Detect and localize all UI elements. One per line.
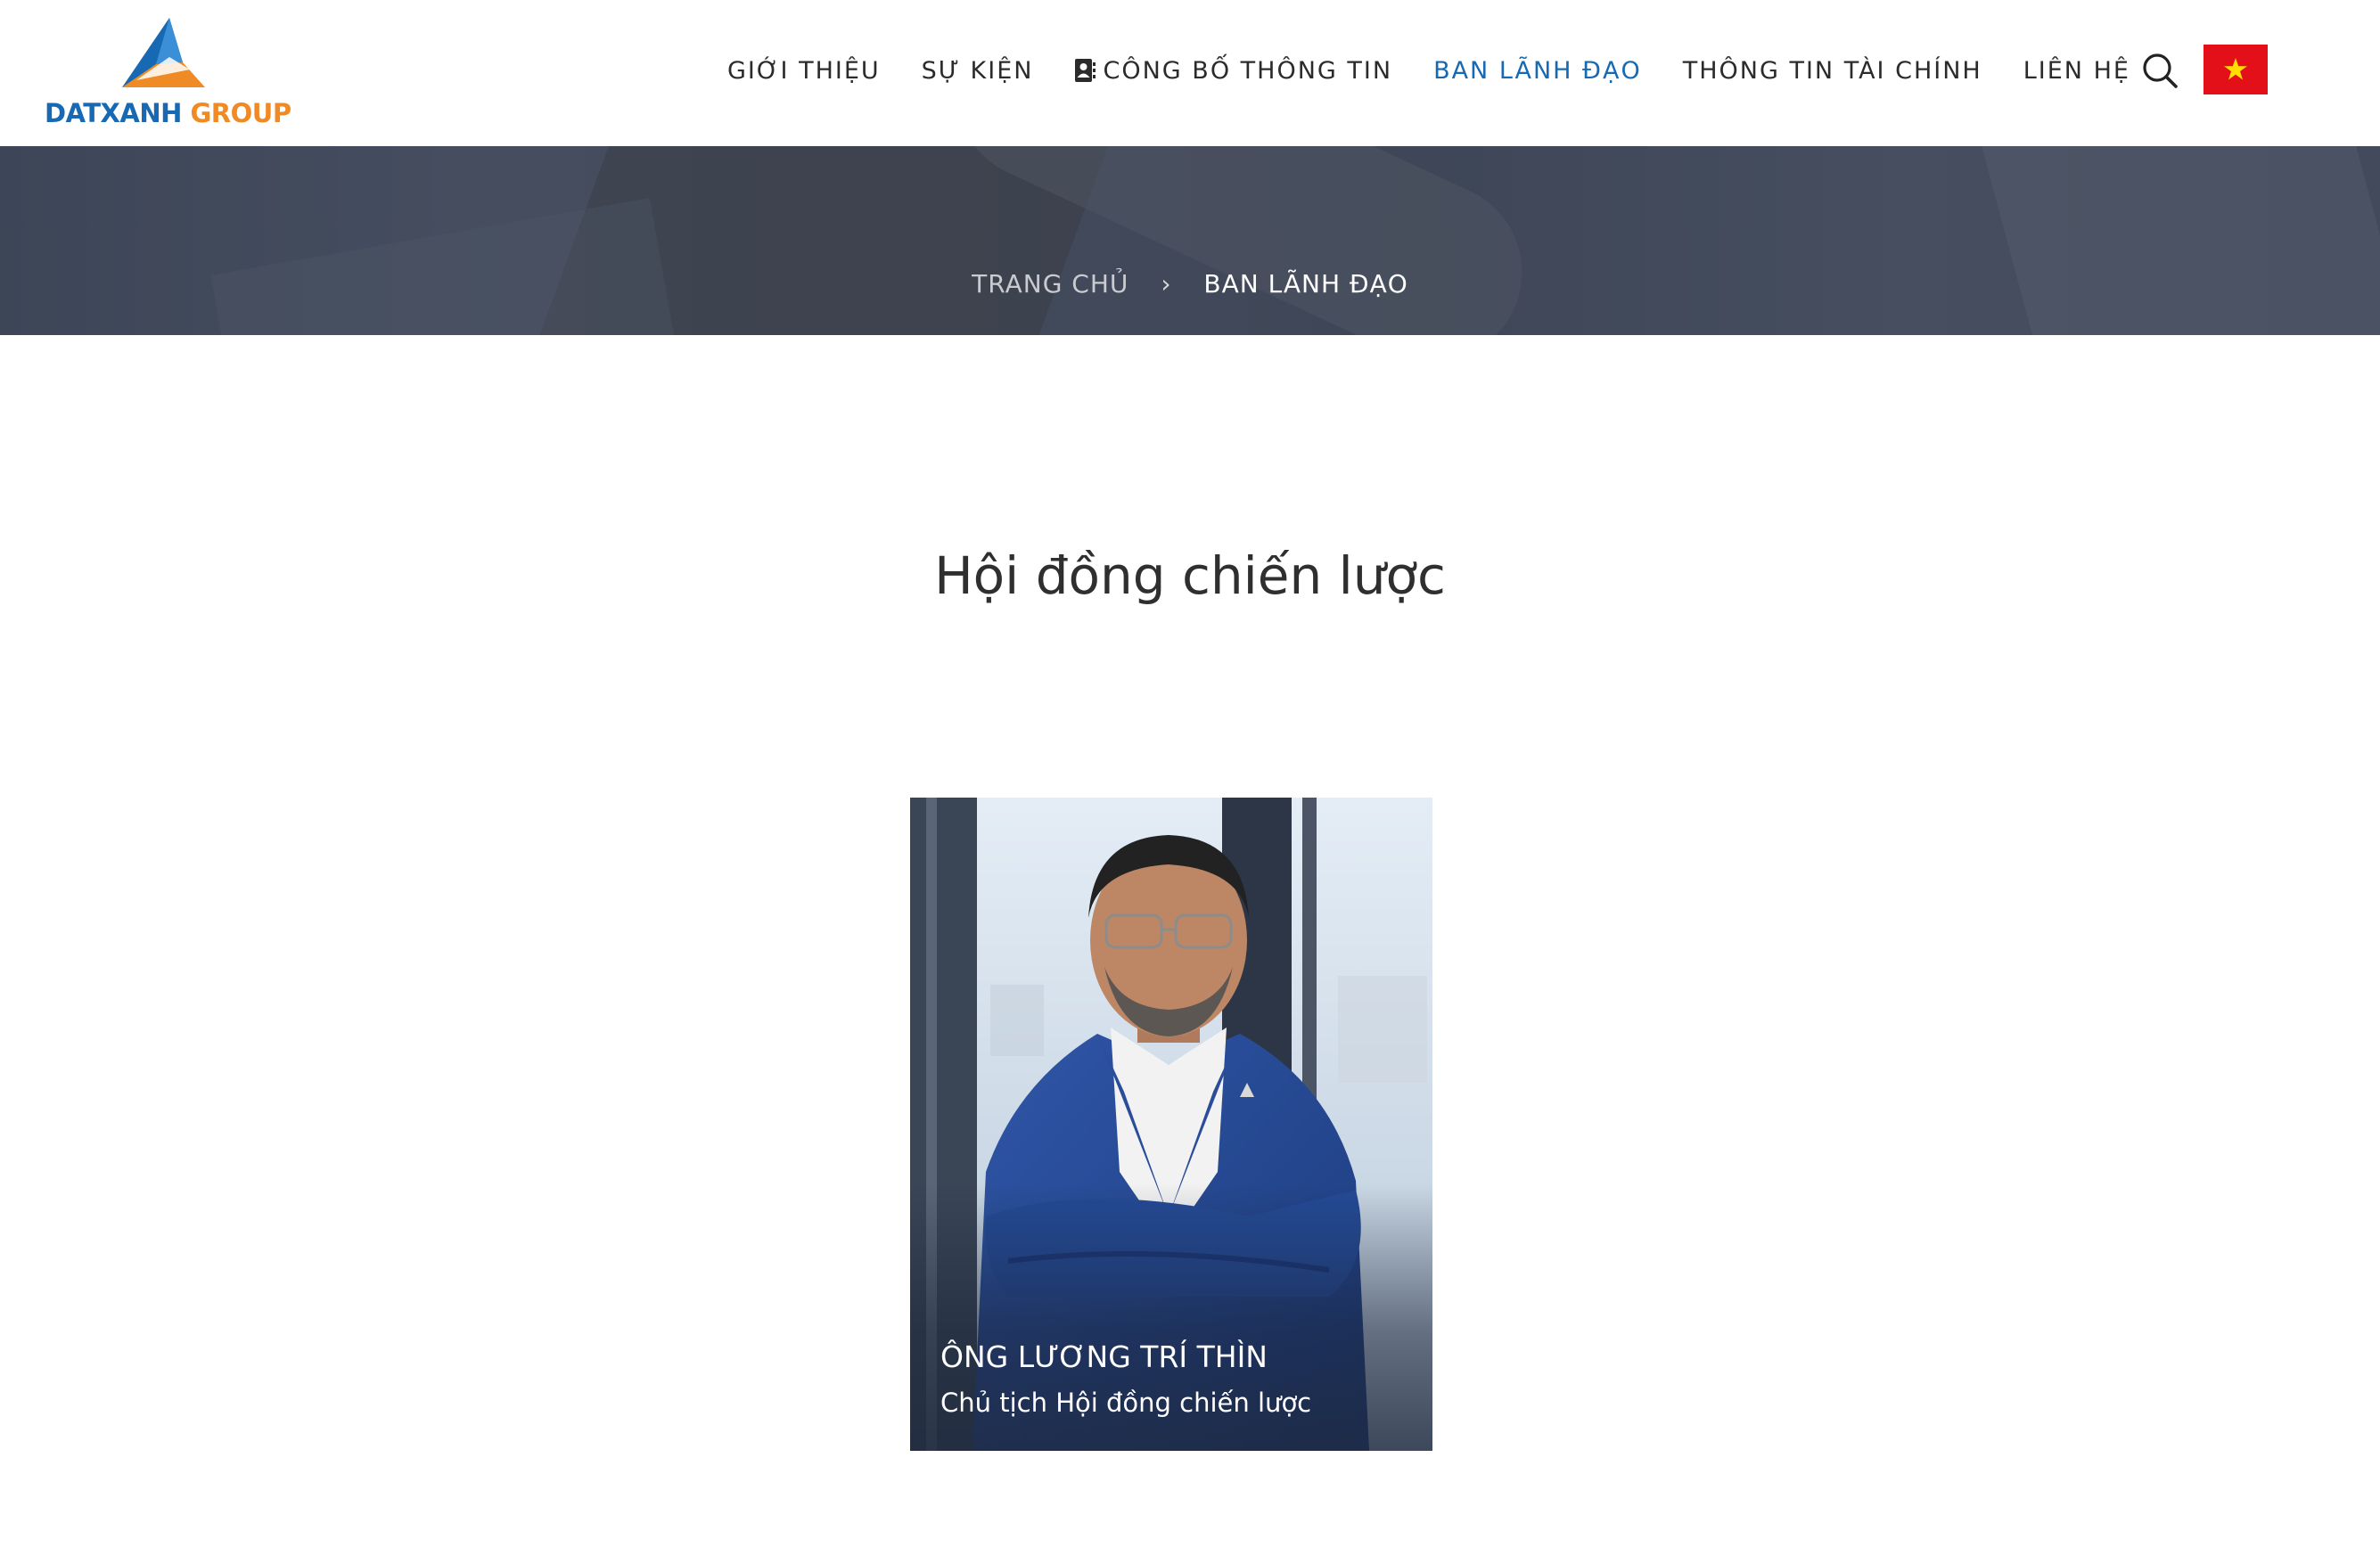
logo-word-secondary: GROUP — [190, 98, 292, 128]
logo-triangle-icon — [122, 18, 205, 87]
contact-book-icon — [1075, 59, 1096, 82]
nav-item-lien-he[interactable]: LIÊN HỆ — [2023, 57, 2130, 85]
nav-label: BAN LÃNH ĐẠO — [1433, 56, 1642, 85]
breadcrumb-current: BAN LÃNH ĐẠO — [1203, 269, 1408, 299]
page-banner: TRANG CHỦ › BAN LÃNH ĐẠO — [0, 146, 2380, 335]
leader-name: ÔNG LƯƠNG TRÍ THÌN — [940, 1339, 1268, 1374]
nav-label: THÔNG TIN TÀI CHÍNH — [1682, 56, 1982, 85]
breadcrumb-separator-icon: › — [1161, 269, 1172, 299]
brand-logo[interactable]: DATXANH GROUP — [45, 18, 294, 129]
banner-overlay — [0, 146, 2380, 335]
search-button[interactable] — [2141, 52, 2179, 89]
nav-item-gioi-thieu[interactable]: GIỚI THIỆU — [727, 57, 881, 85]
nav-label: SỰ KIỆN — [921, 56, 1034, 85]
breadcrumb: TRANG CHỦ › BAN LÃNH ĐẠO — [0, 269, 2380, 299]
breadcrumb-home-link[interactable]: TRANG CHỦ — [972, 269, 1128, 299]
logo-wordmark: DATXANH GROUP — [45, 98, 291, 128]
nav-label: LIÊN HỆ — [2023, 56, 2130, 85]
language-switch-vietnam[interactable] — [2204, 45, 2268, 94]
nav-label: CÔNG BỐ THÔNG TIN — [1103, 56, 1393, 85]
nav-label: GIỚI THIỆU — [727, 56, 881, 85]
leader-role: Chủ tịch Hội đồng chiến lược — [940, 1388, 1312, 1418]
leader-card[interactable]: ÔNG LƯƠNG TRÍ THÌN Chủ tịch Hội đồng chi… — [910, 798, 1432, 1451]
section-title: Hội đồng chiến lược — [934, 545, 1446, 606]
nav-item-su-kien[interactable]: SỰ KIỆN — [922, 57, 1034, 85]
nav-item-cong-bo-thong-tin[interactable]: CÔNG BỐ THÔNG TIN — [1074, 57, 1392, 85]
vietnam-flag-icon — [2224, 58, 2247, 80]
nav-item-thong-tin-tai-chinh[interactable]: THÔNG TIN TÀI CHÍNH — [1683, 57, 1982, 85]
site-header: DATXANH GROUP GIỚI THIỆU SỰ KIỆN CÔNG BỐ… — [0, 0, 2380, 146]
search-icon — [2143, 53, 2178, 88]
logo-word-primary: DATXANH — [45, 98, 182, 128]
nav-item-ban-lanh-dao[interactable]: BAN LÃNH ĐẠO — [1433, 57, 1642, 85]
main-navigation: GIỚI THIỆU SỰ KIỆN CÔNG BỐ THÔNG TIN BAN… — [727, 52, 2130, 89]
